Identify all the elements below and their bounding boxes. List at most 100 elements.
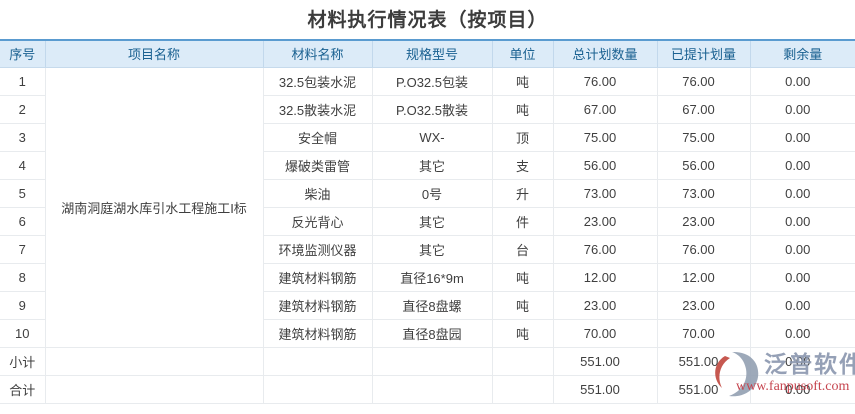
subtotal-project-cell	[44, 346, 264, 376]
col-header-index: 序号	[0, 39, 46, 68]
row-index-cell: 2	[0, 94, 46, 124]
subtotal-label: 小计	[0, 346, 46, 376]
material-name-link[interactable]: 爆破类雷管	[262, 150, 373, 180]
col-header-spec-model: 规格型号	[371, 39, 493, 68]
material-name-link[interactable]: 柴油	[262, 178, 373, 208]
remaining-qty-cell: 0.00	[749, 318, 855, 348]
table-row: 1 湖南洞庭湖水库引水工程施工I标 32.5包装水泥 P.O32.5包装 吨 76…	[0, 66, 855, 348]
material-name-link[interactable]: 建筑材料钢筋	[262, 290, 373, 320]
planned-qty-cell: 76.00	[552, 234, 658, 264]
material-name-link[interactable]: 32.5散装水泥	[262, 94, 373, 124]
grand-total-unit-cell	[491, 374, 554, 404]
col-header-submitted-plan: 已提计划量	[656, 39, 751, 68]
row-index-cell: 3	[0, 122, 46, 152]
col-header-remaining: 剩余量	[749, 39, 855, 68]
unit-cell: 吨	[491, 66, 554, 96]
planned-qty-cell: 73.00	[552, 178, 658, 208]
submitted-qty-cell: 73.00	[656, 178, 751, 208]
material-name-link[interactable]: 环境监测仪器	[262, 234, 373, 264]
spec-model-cell: 其它	[371, 150, 493, 180]
remaining-qty-cell: 0.00	[749, 290, 855, 320]
col-header-material-name: 材料名称	[262, 39, 373, 68]
row-index-cell: 8	[0, 262, 46, 292]
row-index-cell: 7	[0, 234, 46, 264]
submitted-qty-cell: 12.00	[656, 262, 751, 292]
submitted-qty-cell: 75.00	[656, 122, 751, 152]
col-header-project-name: 项目名称	[44, 39, 264, 68]
material-execution-table: 序号 项目名称 材料名称 规格型号 单位 总计划数量 已提计划量 剩余量 1 湖…	[0, 39, 855, 404]
grand-total-project-cell	[44, 374, 264, 404]
project-name-link[interactable]: 湖南洞庭湖水库引水工程施工I标	[44, 66, 264, 348]
unit-cell: 件	[491, 206, 554, 236]
row-index-cell: 5	[0, 178, 46, 208]
unit-cell: 台	[491, 234, 554, 264]
table-header: 序号 项目名称 材料名称 规格型号 单位 总计划数量 已提计划量 剩余量	[0, 39, 855, 68]
col-header-total-planned: 总计划数量	[552, 39, 658, 68]
spec-model-cell: 直径16*9m	[371, 262, 493, 292]
planned-qty-cell: 23.00	[552, 290, 658, 320]
grand-total-planned-qty: 551.00	[552, 374, 658, 404]
remaining-qty-cell: 0.00	[749, 66, 855, 96]
subtotal-row: 小计 551.00 551.00 0.00	[0, 346, 855, 376]
unit-cell: 升	[491, 178, 554, 208]
planned-qty-cell: 12.00	[552, 262, 658, 292]
unit-cell: 吨	[491, 290, 554, 320]
spec-model-cell: 直径8盘园	[371, 318, 493, 348]
subtotal-spec-cell	[371, 346, 493, 376]
unit-cell: 吨	[491, 318, 554, 348]
row-index-cell: 4	[0, 150, 46, 180]
remaining-qty-cell: 0.00	[749, 178, 855, 208]
grand-total-row: 合计 551.00 551.00 0.00	[0, 374, 855, 404]
row-index-cell: 6	[0, 206, 46, 236]
grand-total-spec-cell	[371, 374, 493, 404]
material-name-link[interactable]: 建筑材料钢筋	[262, 262, 373, 292]
grand-total-material-cell	[262, 374, 373, 404]
col-header-unit: 单位	[491, 39, 554, 68]
submitted-qty-cell: 56.00	[656, 150, 751, 180]
unit-cell: 支	[491, 150, 554, 180]
submitted-qty-cell: 76.00	[656, 66, 751, 96]
row-index-cell: 1	[0, 66, 46, 96]
planned-qty-cell: 75.00	[552, 122, 658, 152]
spec-model-cell: WX-	[371, 122, 493, 152]
planned-qty-cell: 56.00	[552, 150, 658, 180]
material-name-link[interactable]: 建筑材料钢筋	[262, 318, 373, 348]
remaining-qty-cell: 0.00	[749, 122, 855, 152]
planned-qty-cell: 23.00	[552, 206, 658, 236]
planned-qty-cell: 76.00	[552, 66, 658, 96]
unit-cell: 顶	[491, 122, 554, 152]
grand-total-submitted-qty: 551.00	[656, 374, 751, 404]
grand-total-remaining-qty: 0.00	[749, 374, 855, 404]
table-footer: 小计 551.00 551.00 0.00 合计 551.00 551.00 0…	[0, 346, 855, 404]
unit-cell: 吨	[491, 262, 554, 292]
spec-model-cell: 其它	[371, 234, 493, 264]
grand-total-label: 合计	[0, 374, 46, 404]
spec-model-cell: P.O32.5包装	[371, 66, 493, 96]
report-page: 材料执行情况表（按项目） 序号 项目名称 材料名称 规格型号 单位 总计划数量 …	[0, 0, 855, 414]
planned-qty-cell: 67.00	[552, 94, 658, 124]
spec-model-cell: 其它	[371, 206, 493, 236]
remaining-qty-cell: 0.00	[749, 206, 855, 236]
table-body: 1 湖南洞庭湖水库引水工程施工I标 32.5包装水泥 P.O32.5包装 吨 76…	[0, 66, 855, 348]
subtotal-unit-cell	[491, 346, 554, 376]
spec-model-cell: 0号	[371, 178, 493, 208]
row-index-cell: 10	[0, 318, 46, 348]
subtotal-remaining-qty: 0.00	[749, 346, 855, 376]
remaining-qty-cell: 0.00	[749, 94, 855, 124]
remaining-qty-cell: 0.00	[749, 262, 855, 292]
unit-cell: 吨	[491, 94, 554, 124]
submitted-qty-cell: 23.00	[656, 290, 751, 320]
material-name-link[interactable]: 反光背心	[262, 206, 373, 236]
remaining-qty-cell: 0.00	[749, 150, 855, 180]
remaining-qty-cell: 0.00	[749, 234, 855, 264]
planned-qty-cell: 70.00	[552, 318, 658, 348]
material-name-link[interactable]: 32.5包装水泥	[262, 66, 373, 96]
material-name-link[interactable]: 安全帽	[262, 122, 373, 152]
submitted-qty-cell: 67.00	[656, 94, 751, 124]
spec-model-cell: P.O32.5散装	[371, 94, 493, 124]
subtotal-planned-qty: 551.00	[552, 346, 658, 376]
submitted-qty-cell: 23.00	[656, 206, 751, 236]
subtotal-material-cell	[262, 346, 373, 376]
row-index-cell: 9	[0, 290, 46, 320]
subtotal-submitted-qty: 551.00	[656, 346, 751, 376]
